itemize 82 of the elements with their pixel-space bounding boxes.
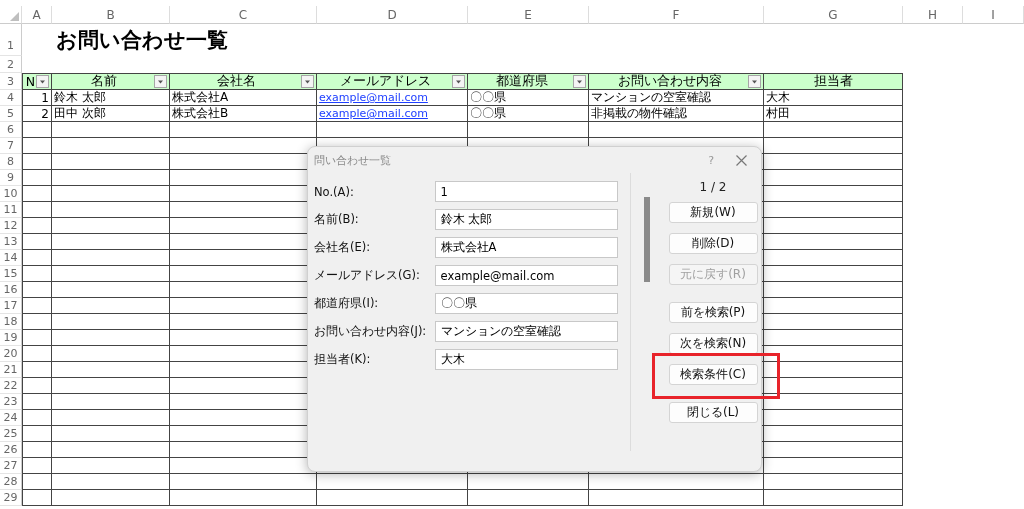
table-cell: 〇〇県 xyxy=(470,106,506,121)
dialog-button[interactable]: 新規(W) xyxy=(668,202,758,223)
field-label: No.(A): xyxy=(314,184,355,199)
row-number[interactable]: 19 xyxy=(3,331,18,344)
row-number[interactable]: 25 xyxy=(3,427,18,440)
dialog-button[interactable]: 検索条件(C) xyxy=(668,364,758,385)
table-cell: 株式会社B xyxy=(172,106,229,121)
table-cell: 大木 xyxy=(766,90,790,105)
row-number[interactable]: 14 xyxy=(3,251,18,264)
table-header: 担当者 xyxy=(812,74,854,89)
row-number[interactable]: 6 xyxy=(7,123,14,136)
column-header[interactable]: E xyxy=(524,7,532,22)
row-number[interactable]: 13 xyxy=(3,235,18,248)
row-number[interactable]: 8 xyxy=(7,155,14,168)
row-number[interactable]: 23 xyxy=(3,395,18,408)
row-number[interactable]: 2 xyxy=(7,57,14,71)
field-label: メールアドレス(G): xyxy=(314,268,421,283)
table-cell: 村田 xyxy=(766,106,790,121)
table-header: N xyxy=(25,74,36,89)
row-number[interactable]: 7 xyxy=(7,139,14,152)
row-number[interactable]: 16 xyxy=(3,283,18,296)
row-number[interactable]: 3 xyxy=(7,74,14,88)
table-header: メールアドレス xyxy=(339,74,432,89)
table-cell: 田中 次郎 xyxy=(54,106,106,121)
email-link[interactable]: example@mail.com xyxy=(319,107,428,120)
column-header[interactable]: F xyxy=(672,7,680,22)
table-header: お問い合わせ内容 xyxy=(616,74,723,89)
table-cell: マンションの空室確認 xyxy=(591,90,711,105)
row-number[interactable]: 15 xyxy=(3,267,18,280)
dialog-title: 問い合わせ一覧 xyxy=(314,152,392,168)
row-number[interactable]: 29 xyxy=(3,491,18,504)
field-label: 会社名(E): xyxy=(314,240,372,255)
row-number[interactable]: 1 xyxy=(7,39,14,52)
column-header[interactable]: B xyxy=(106,7,115,22)
field-label: 都道府県(I): xyxy=(314,296,380,311)
column-header[interactable]: I xyxy=(991,7,995,22)
row-number[interactable]: 27 xyxy=(3,459,18,472)
table-cell: 株式会社A xyxy=(172,90,229,105)
dialog-button[interactable]: 閉じる(L) xyxy=(668,402,758,423)
input-field[interactable]: 鈴木 太郎 xyxy=(434,209,618,230)
field-label: 名前(B): xyxy=(314,212,360,227)
sheet-title: お問い合わせ一覧 xyxy=(56,27,228,54)
row-number[interactable]: 9 xyxy=(7,171,14,184)
row-number[interactable]: 11 xyxy=(3,203,18,216)
input-field[interactable]: 〇〇県 xyxy=(434,293,618,314)
row-number[interactable]: 17 xyxy=(3,299,18,312)
input-field[interactable]: マンションの空室確認 xyxy=(434,321,618,342)
table-cell: 鈴木 太郎 xyxy=(54,90,106,105)
row-number[interactable]: 24 xyxy=(3,411,18,424)
row-number[interactable]: 18 xyxy=(3,315,18,328)
email-link[interactable]: example@mail.com xyxy=(319,91,428,104)
dialog-button[interactable]: 削除(D) xyxy=(668,233,758,254)
column-header[interactable]: A xyxy=(32,7,41,22)
row-number[interactable]: 10 xyxy=(3,187,18,200)
input-field[interactable]: 大木 xyxy=(434,349,618,370)
row-number[interactable]: 20 xyxy=(3,347,18,360)
input-field[interactable]: 1 xyxy=(434,181,618,202)
row-number[interactable]: 4 xyxy=(7,91,14,104)
row-id: 1 xyxy=(41,90,49,105)
table-header: 名前 xyxy=(90,74,118,89)
dialog-button[interactable]: 前を検索(P) xyxy=(668,302,758,323)
input-field[interactable]: 株式会社A xyxy=(434,237,618,258)
row-number[interactable]: 26 xyxy=(3,443,18,456)
dialog-button[interactable]: 次を検索(N) xyxy=(668,333,758,354)
column-header[interactable]: D xyxy=(387,7,397,22)
table-cell: 非掲載の物件確認 xyxy=(591,106,687,121)
column-header[interactable]: C xyxy=(238,7,248,22)
table-header: 都道府県 xyxy=(494,74,549,89)
field-label: 担当者(K): xyxy=(314,352,372,367)
input-field[interactable]: example@mail.com xyxy=(434,265,618,286)
table-cell: 〇〇県 xyxy=(470,90,506,105)
row-number[interactable]: 21 xyxy=(3,363,18,376)
table-header: 会社名 xyxy=(216,74,257,89)
column-header[interactable]: H xyxy=(928,7,937,22)
record-position: 1 / 2 xyxy=(699,180,727,194)
field-label: お問い合わせ内容(J): xyxy=(314,324,428,339)
row-number[interactable]: 12 xyxy=(3,219,18,232)
row-number[interactable]: 5 xyxy=(7,107,14,120)
column-header[interactable]: G xyxy=(828,7,838,22)
row-number[interactable]: 28 xyxy=(3,475,18,488)
row-id: 2 xyxy=(41,106,49,121)
row-number[interactable]: 22 xyxy=(3,379,18,392)
